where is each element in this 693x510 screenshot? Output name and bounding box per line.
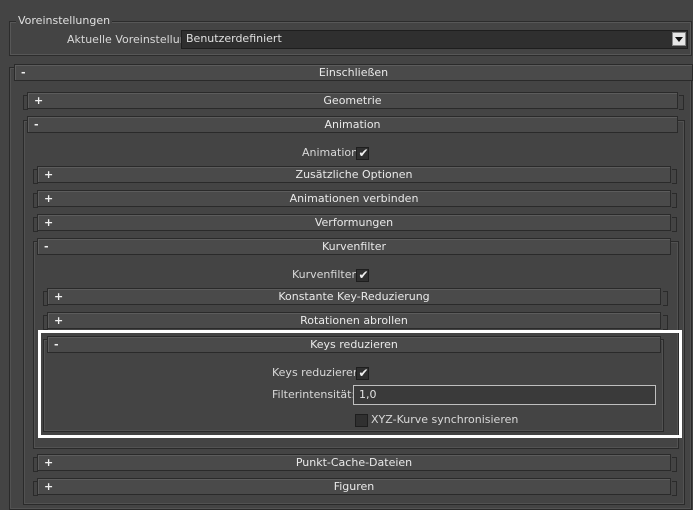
include-rollout-title: Einschließen (318, 66, 389, 79)
constant-key-reduction-rollout-title: Konstante Key-Reduzierung (278, 290, 430, 303)
curve-filters-rollout-title: Kurvenfilter (322, 240, 386, 253)
animation-rollout-header[interactable]: - Animation (27, 116, 678, 133)
reduce-keys-rollout-title: Keys reduzieren (310, 338, 398, 351)
unroll-rotations-rollout-title: Rotationen abrollen (300, 314, 408, 327)
sync-xyz-checkbox[interactable] (355, 414, 368, 427)
bake-animation-rollout-header[interactable]: + Animationen verbinden (37, 190, 671, 207)
rollout-bracket (672, 217, 677, 232)
filter-intensity-label: Filterintensität: (272, 388, 356, 401)
chevron-down-icon[interactable] (672, 32, 686, 46)
animation-rollout-title: Animation (324, 118, 381, 131)
point-cache-rollout-header[interactable]: + Punkt-Cache-Dateien (37, 454, 671, 471)
curve-filters-rollout-header[interactable]: - Kurvenfilter (37, 238, 671, 255)
checkmark-icon: ✔ (358, 366, 369, 380)
extra-options-rollout-header[interactable]: + Zusätzliche Optionen (37, 166, 671, 183)
rollout-bracket (663, 291, 668, 306)
rollout-bracket (672, 457, 677, 472)
geometry-rollout-title: Geometrie (323, 94, 382, 107)
rollout-bracket (679, 95, 684, 110)
curve-filters-checkbox[interactable]: ✔ (356, 268, 369, 282)
rollout-bracket (672, 169, 677, 184)
bake-animation-rollout-title: Animationen verbinden (289, 192, 419, 205)
checkmark-icon: ✔ (358, 268, 369, 282)
animation-checkbox-label: Animation (302, 146, 359, 159)
point-cache-rollout-title: Punkt-Cache-Dateien (295, 456, 413, 469)
reduce-keys-checkbox[interactable]: ✔ (356, 366, 369, 380)
presets-group-title: Voreinstellungen (16, 14, 113, 28)
rollout-bracket (663, 315, 668, 330)
geometry-rollout-header[interactable]: + Geometrie (27, 92, 678, 109)
current-preset-dropdown[interactable]: Benutzerdefiniert (181, 30, 688, 49)
deformations-rollout-title: Verformungen (314, 216, 394, 229)
constant-key-reduction-rollout-header[interactable]: + Konstante Key-Reduzierung (47, 288, 661, 305)
current-preset-value: Benutzerdefiniert (186, 32, 282, 45)
reduce-keys-checkbox-label: Keys reduzieren (272, 366, 360, 379)
checkmark-icon: ✔ (358, 146, 369, 160)
sync-xyz-label: XYZ-Kurve synchronisieren (371, 413, 519, 426)
animation-checkbox[interactable]: ✔ (356, 146, 369, 160)
include-rollout-header[interactable]: - Einschließen (14, 64, 693, 81)
curve-filters-checkbox-label: Kurvenfilter (292, 268, 356, 281)
shapes-rollout-title: Figuren (333, 480, 375, 493)
unroll-rotations-rollout-header[interactable]: + Rotationen abrollen (47, 312, 661, 329)
rollout-bracket (672, 193, 677, 208)
rollout-bracket (672, 481, 677, 496)
current-preset-label: Aktuelle Voreinstellung: (67, 33, 198, 46)
shapes-rollout-header[interactable]: + Figuren (37, 478, 671, 495)
reduce-keys-rollout-header[interactable]: - Keys reduzieren (47, 336, 661, 353)
deformations-rollout-header[interactable]: + Verformungen (37, 214, 671, 231)
filter-intensity-input[interactable]: 1,0 (353, 385, 656, 405)
extra-options-rollout-title: Zusätzliche Optionen (295, 168, 413, 181)
